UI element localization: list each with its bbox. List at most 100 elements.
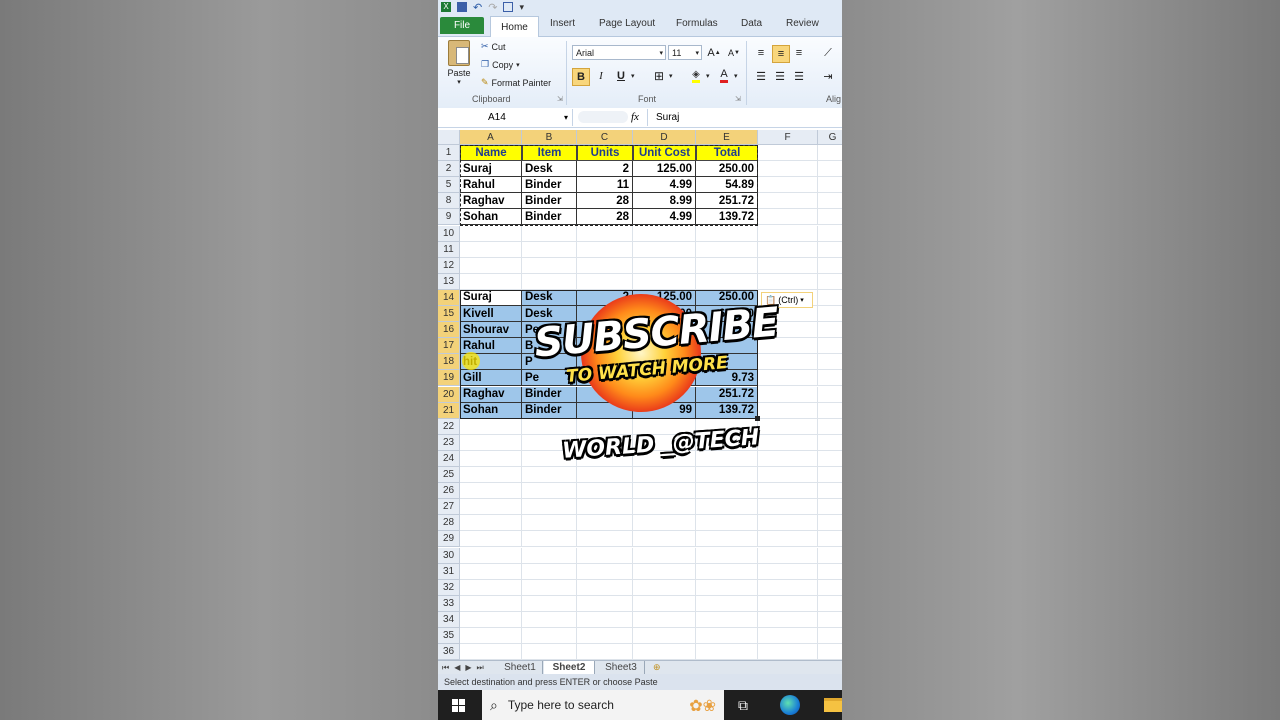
grid-cell[interactable]	[758, 579, 818, 596]
row-header[interactable]: 17	[438, 338, 460, 355]
grid-cell[interactable]: Desk	[522, 161, 577, 178]
grid-cell[interactable]	[577, 595, 633, 612]
align-left-icon[interactable]: ☰	[753, 68, 769, 84]
grid-cell[interactable]	[633, 273, 696, 290]
grid-cell[interactable]	[818, 258, 842, 274]
taskbar-search-box[interactable]: ⌕ Type here to search ✿❀	[482, 690, 724, 720]
grid-cell[interactable]	[633, 531, 696, 548]
tab-sheet3[interactable]: Sheet3	[598, 661, 645, 674]
tab-sheet2[interactable]: Sheet2	[544, 661, 595, 674]
select-all-corner[interactable]	[438, 130, 460, 145]
grid-cell[interactable]: Raghav	[460, 193, 522, 210]
grid-cell[interactable]	[758, 241, 818, 258]
row-header[interactable]: 36	[438, 644, 460, 661]
grid-cell[interactable]	[577, 225, 633, 242]
name-box-dropdown-icon[interactable]: ▾	[564, 113, 568, 122]
grid-cell[interactable]	[460, 595, 522, 612]
grid-cell[interactable]: 11	[577, 177, 633, 194]
row-header[interactable]: 33	[438, 595, 460, 612]
fill-color-dropdown-icon[interactable]: ▾	[706, 72, 710, 80]
grid-cell[interactable]	[758, 611, 818, 628]
grid-cell[interactable]	[818, 483, 842, 500]
align-top-icon[interactable]: ≡	[753, 45, 769, 61]
grid-cell[interactable]	[818, 387, 842, 403]
grid-cell[interactable]	[633, 579, 696, 596]
grid-cell[interactable]	[758, 547, 818, 564]
insert-sheet-icon[interactable]: ⊕	[653, 661, 661, 674]
grid-cell[interactable]	[633, 611, 696, 628]
grid-cell[interactable]	[818, 403, 842, 419]
grid-cell[interactable]	[460, 531, 522, 548]
grid-cell[interactable]	[577, 531, 633, 548]
grid-cell[interactable]: Suraj	[460, 161, 522, 178]
grid-cell[interactable]	[758, 418, 818, 435]
grid-cell[interactable]	[758, 450, 818, 467]
grid-cell[interactable]: Units	[577, 145, 633, 161]
grid-cell[interactable]	[522, 644, 577, 661]
grid-cell[interactable]	[460, 450, 522, 467]
grid-cell[interactable]	[758, 515, 818, 532]
grid-cell[interactable]	[758, 354, 818, 371]
grid-cell[interactable]	[633, 563, 696, 580]
shrink-font-icon[interactable]: A ▼	[726, 45, 742, 61]
grid-cell[interactable]: Gill	[460, 370, 522, 387]
grid-cell[interactable]	[522, 579, 577, 596]
column-header-g[interactable]: G	[818, 130, 842, 145]
first-sheet-icon[interactable]: ⏮	[442, 663, 449, 673]
tab-sheet1[interactable]: Sheet1	[498, 661, 543, 674]
grid-cell[interactable]: Binder	[522, 209, 577, 226]
align-center-icon[interactable]: ☰	[772, 68, 788, 84]
grid-cell[interactable]	[696, 241, 758, 258]
row-header[interactable]: 16	[438, 322, 460, 339]
grid-cell[interactable]	[522, 499, 577, 516]
grid-cell[interactable]	[818, 419, 842, 435]
italic-button[interactable]: I	[593, 68, 609, 84]
grid-cell[interactable]	[522, 531, 577, 548]
row-header[interactable]: 8	[438, 193, 460, 210]
grid-cell[interactable]	[758, 467, 818, 483]
grid-cell[interactable]	[696, 595, 758, 612]
grid-cell[interactable]	[460, 499, 522, 516]
grid-cell[interactable]	[633, 547, 696, 564]
row-header[interactable]: 21	[438, 402, 460, 419]
cut-button[interactable]: ✂ Cut	[481, 41, 506, 52]
grid-cell[interactable]	[633, 225, 696, 242]
redo-icon[interactable]: ↷	[488, 1, 497, 14]
grid-cell[interactable]: 54.89	[696, 177, 758, 194]
grid-cell[interactable]	[758, 563, 818, 580]
row-header[interactable]: 10	[438, 225, 460, 242]
grid-cell[interactable]: Name	[460, 145, 522, 161]
align-bottom-icon[interactable]: ≡	[791, 45, 807, 61]
grid-cell[interactable]: 2	[577, 161, 633, 178]
tab-data[interactable]: Data	[741, 18, 762, 29]
grid-cell[interactable]	[818, 644, 842, 661]
grid-cell[interactable]	[460, 611, 522, 628]
row-header[interactable]: 20	[438, 386, 460, 403]
grid-cell[interactable]	[633, 257, 696, 274]
grid-cell[interactable]	[818, 515, 842, 532]
grid-cell[interactable]	[522, 595, 577, 612]
grid-cell[interactable]	[696, 483, 758, 500]
column-header-c[interactable]: C	[577, 130, 633, 145]
grid-cell[interactable]	[696, 563, 758, 580]
align-middle-icon[interactable]: ≡	[772, 45, 790, 63]
grid-cell[interactable]	[818, 145, 842, 161]
last-sheet-icon[interactable]: ⏭	[477, 663, 484, 673]
grid-cell[interactable]	[696, 257, 758, 274]
grid-cell[interactable]	[460, 434, 522, 451]
row-header[interactable]: 11	[438, 241, 460, 258]
row-header[interactable]: 34	[438, 611, 460, 628]
grid-cell[interactable]	[577, 628, 633, 644]
grid-cell[interactable]	[818, 177, 842, 194]
grid-cell[interactable]	[818, 596, 842, 612]
grid-cell[interactable]	[818, 338, 842, 355]
grid-cell[interactable]	[696, 579, 758, 596]
grid-cell[interactable]	[633, 628, 696, 644]
insert-function-icon[interactable]: fx	[631, 111, 639, 123]
grid-cell[interactable]: Rahul	[460, 177, 522, 194]
grid-cell[interactable]	[758, 483, 818, 500]
grid-cell[interactable]: Shourav	[460, 322, 522, 339]
grid-cell[interactable]	[460, 579, 522, 596]
grid-cell[interactable]	[818, 306, 842, 322]
grid-cell[interactable]	[460, 241, 522, 258]
